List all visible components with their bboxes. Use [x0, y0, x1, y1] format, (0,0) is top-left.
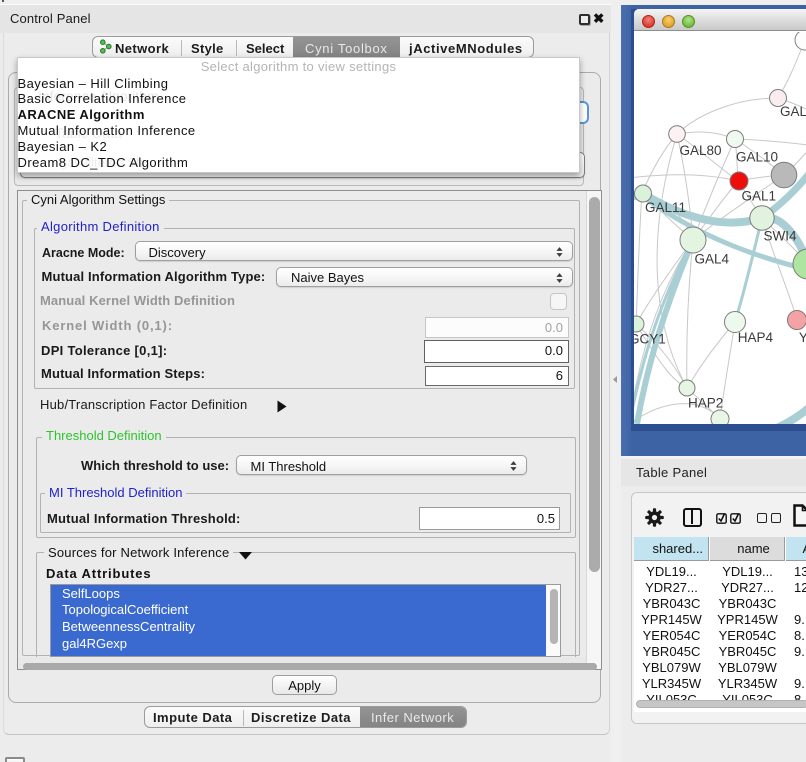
svg-text:GAL10: GAL10: [736, 150, 778, 165]
svg-text:SWI4: SWI4: [764, 229, 797, 244]
svg-text:GAL80: GAL80: [680, 143, 722, 158]
svg-text:GAL11: GAL11: [645, 200, 686, 215]
svg-text:HAP4: HAP4: [738, 330, 774, 345]
svg-text:GCY1: GCY1: [634, 332, 666, 347]
svg-text:GAL1: GAL1: [742, 189, 777, 204]
svg-text:GAL4: GAL4: [695, 252, 730, 267]
svg-text:Y: Y: [799, 330, 806, 345]
svg-text:GAL2: GAL2: [780, 104, 806, 119]
svg-text:HAP2: HAP2: [688, 396, 723, 411]
